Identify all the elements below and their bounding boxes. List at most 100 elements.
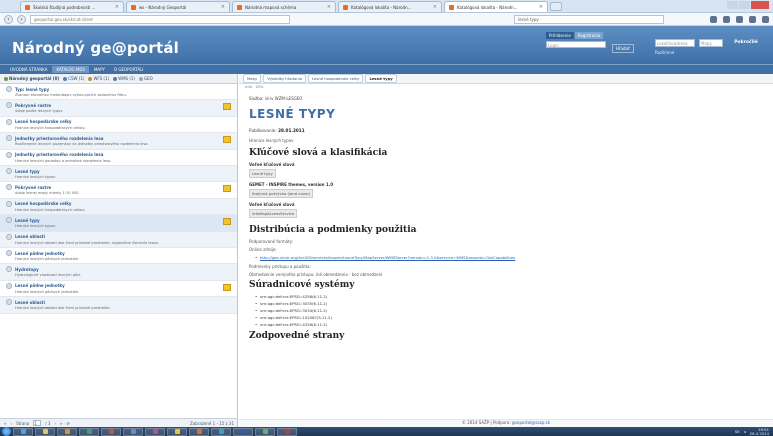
star-icon[interactable]	[710, 15, 717, 23]
taskbar-app[interactable]	[57, 427, 77, 436]
language-indicator[interactable]: SK	[735, 429, 740, 434]
close-window-button[interactable]	[751, 1, 769, 9]
filter-chip[interactable]: Národný geoportál (0)	[4, 76, 59, 81]
taskbar-app[interactable]	[101, 427, 121, 436]
maximize-button[interactable]	[739, 1, 750, 9]
record-title[interactable]: Jednotky priestorového rozdelenia lesa	[6, 151, 233, 158]
breadcrumb-item[interactable]: Výsledky hľadania	[263, 74, 306, 83]
taskbar-app[interactable]	[189, 427, 209, 436]
taskbar-app[interactable]	[233, 427, 253, 436]
page-input[interactable]: 1	[33, 420, 42, 426]
home-icon[interactable]	[749, 15, 756, 23]
record-title[interactable]: Typ: lesné typy	[6, 86, 233, 92]
clock[interactable]: 19:51 28.4.2014	[750, 427, 769, 436]
close-icon[interactable]: ×	[539, 4, 543, 10]
map-preview-icon[interactable]	[223, 218, 231, 226]
record-title[interactable]: Lesné oblasti	[6, 299, 233, 306]
prev-page-icon[interactable]: ‹	[10, 421, 12, 426]
list-item[interactable]: Lesné typy Hranice lesných typov.	[0, 215, 237, 232]
new-tab-button[interactable]	[550, 2, 562, 11]
breadcrumb-item[interactable]: Mapy	[243, 74, 262, 83]
browser-search-input[interactable]: lesné typy	[514, 14, 664, 24]
extended-search-link[interactable]: Rozšírené	[655, 50, 674, 55]
close-icon[interactable]: ×	[115, 4, 119, 10]
last-page-icon[interactable]: »	[60, 421, 62, 426]
record-title[interactable]: Lesné oblasti	[6, 233, 233, 240]
taskbar-app[interactable]	[123, 427, 143, 436]
record-title[interactable]: Lesné typy	[6, 168, 233, 175]
filter-chip[interactable]: WMS (1)	[113, 76, 135, 81]
list-item[interactable]: Jednotky priestorového rozdelenia lesa Ro…	[0, 133, 237, 150]
taskbar-app[interactable]	[211, 427, 231, 436]
nav-item-catalog[interactable]: KATALÓG MDS	[52, 66, 89, 73]
record-title[interactable]: Lesné typy	[6, 217, 233, 224]
browser-tab[interactable]: Školská študijná podrobnosti ... ×	[20, 1, 124, 12]
list-item[interactable]: Hydrotopy Hydrologické vlastnosti lesných…	[0, 264, 237, 281]
list-item[interactable]: Typ: lesné typy Zoznam záznamov metaúdajo…	[0, 84, 237, 101]
record-title[interactable]: Lesné pôdne jednotky	[6, 282, 233, 289]
back-icon[interactable]: ‹	[4, 14, 13, 24]
login-input[interactable]: Login	[546, 41, 606, 48]
record-title[interactable]: Pokryvné rastre	[6, 102, 233, 109]
close-icon[interactable]: ×	[327, 4, 331, 10]
login-tab[interactable]: Prihlásenie	[546, 32, 574, 39]
keyword-tag[interactable]: Krajinná pokrývka (land cover)	[249, 189, 314, 198]
keyword-tag[interactable]: infoMapAccessService	[249, 209, 298, 218]
login-button[interactable]: Hľadať	[612, 44, 634, 53]
list-item[interactable]: Pokryvné rastre údaje podľa lesných typov	[0, 100, 237, 117]
filter-chip[interactable]: CSW (1)	[63, 76, 84, 81]
record-title[interactable]: Pokryvné rastre	[6, 184, 233, 191]
browser-tab[interactable]: Katalógová lokalita - Národn... ×	[338, 1, 442, 12]
map-preview-icon[interactable]	[223, 103, 231, 111]
portal-logo[interactable]: Národný ge@portál	[12, 39, 179, 57]
taskbar-app[interactable]	[13, 427, 33, 436]
browser-tab[interactable]: Národná mapová schéma ×	[232, 1, 336, 12]
record-title[interactable]: Lesné pôdne jednotky	[6, 250, 233, 257]
taskbar-app[interactable]	[167, 427, 187, 436]
nav-item-about[interactable]: O GEOPORTÁLI	[110, 66, 148, 73]
volume-icon[interactable]: ◂	[744, 429, 746, 434]
record-title[interactable]: Hydrotopy	[6, 266, 233, 273]
breadcrumb-item[interactable]: Lesné hospodárske celky	[308, 74, 364, 83]
nav-item-home[interactable]: ÚVODNÁ STRÁNKA	[6, 66, 51, 73]
minimize-button[interactable]	[727, 1, 738, 9]
list-item[interactable]: Jednotky priestorového rozdelenia lesa Hr…	[0, 150, 237, 167]
list-item[interactable]: Pokryvné rastre údaje lesnej mapy mierky …	[0, 182, 237, 199]
list-item[interactable]: Lesné oblasti Hranice lesných oblastí ako…	[0, 297, 237, 314]
keyword-tag[interactable]: Lesné typy	[249, 169, 276, 178]
refresh-icon[interactable]: ⟳	[67, 421, 70, 426]
map-search-input[interactable]: Mapy	[699, 39, 723, 47]
online-resource-link[interactable]: http://geo.nlcsk.org/ArcGIS/services/ins…	[260, 255, 515, 260]
browser-tab-active[interactable]: Katalógová lokalita - Národn... ×	[444, 1, 548, 12]
list-item[interactable]: Lesné oblasti Hranice lesných oblastí ako…	[0, 231, 237, 249]
advanced-search-button[interactable]: Pokročilé	[728, 39, 764, 47]
filter-chip[interactable]: WFS (1)	[88, 76, 109, 81]
breadcrumb-item-active[interactable]: Lesné typy	[365, 74, 397, 83]
taskbar-app[interactable]	[79, 427, 99, 436]
next-page-icon[interactable]: ›	[54, 421, 56, 426]
menu-icon[interactable]	[762, 15, 769, 23]
nav-item-maps[interactable]: MAPY	[90, 66, 109, 73]
list-item[interactable]: Lesné pôdne jednotky Hranice lesných pôdn…	[0, 248, 237, 265]
taskbar-app[interactable]	[255, 427, 275, 436]
map-preview-icon[interactable]	[223, 136, 231, 144]
location-search-input[interactable]: Lokalita/adresa	[655, 39, 695, 47]
record-title[interactable]: Jednotky priestorového rozdelenia lesa	[6, 135, 233, 142]
record-title[interactable]: Lesné hospodárske celky	[6, 200, 233, 207]
start-button[interactable]	[2, 427, 11, 436]
close-icon[interactable]: ×	[433, 4, 437, 10]
register-tab[interactable]: Registrácia	[574, 32, 604, 39]
address-bar[interactable]: geoportal.gov.sk/sk/cat-client	[30, 14, 290, 24]
taskbar-app[interactable]	[277, 427, 297, 436]
map-preview-icon[interactable]	[223, 185, 231, 193]
list-item[interactable]: Lesné typy Hranice lesných typov.	[0, 166, 237, 183]
browser-tab[interactable]: ws - Národný Geoportál ×	[126, 1, 230, 12]
forward-icon[interactable]: ›	[17, 14, 26, 24]
filter-chip[interactable]: GEO	[139, 76, 153, 81]
taskbar-app[interactable]	[145, 427, 165, 436]
list-item[interactable]: Lesné pôdne jednotky Hranice lesných pôdn…	[0, 281, 237, 298]
list-item[interactable]: Lesné hospodárske celky Hranice lesných h…	[0, 198, 237, 216]
detail-tools[interactable]: Info · XML	[239, 84, 773, 91]
close-icon[interactable]: ×	[221, 4, 225, 10]
record-title[interactable]: Lesné hospodárske celky	[6, 118, 233, 125]
